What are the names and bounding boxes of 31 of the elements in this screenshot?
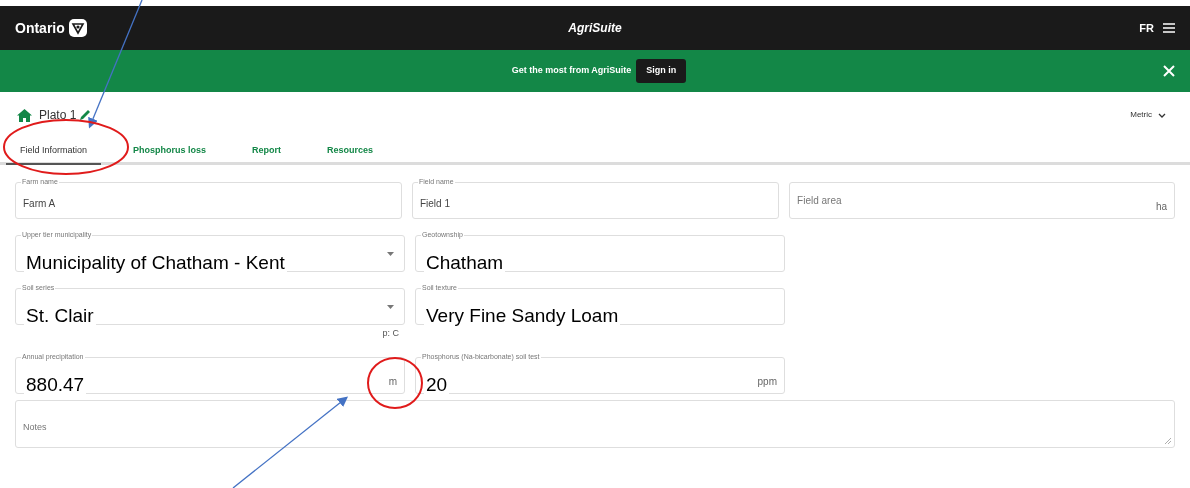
tab[interactable]: Resources [313, 139, 388, 165]
unit-label: m [388, 374, 397, 389]
notes-placeholder: Notes [23, 421, 47, 432]
tab[interactable]: Report [238, 139, 296, 165]
helper-text: p: C [382, 327, 399, 340]
chevron-down-icon [1158, 112, 1166, 118]
field-title: Plato 1 [39, 107, 77, 124]
pencil-icon[interactable] [79, 109, 92, 121]
unit-label: ppm [757, 374, 777, 389]
brand-name: Ontario [15, 18, 65, 38]
app-title: AgriSuite [568, 20, 622, 37]
field-value: Field 1 [419, 196, 450, 211]
notes-field[interactable]: Notes [15, 399, 1175, 448]
dropdown-caret-icon[interactable] [387, 251, 394, 256]
language-toggle[interactable]: FR [1139, 19, 1154, 37]
input-field[interactable]: Field area ha [789, 182, 1175, 219]
unit-label: ha [1155, 200, 1167, 214]
tab[interactable]: Phosphorus loss [119, 139, 221, 165]
menu-icon[interactable] [1163, 23, 1175, 33]
field-placeholder: Field area [797, 194, 842, 208]
close-icon[interactable] [1163, 65, 1175, 77]
dropdown-caret-icon[interactable] [387, 304, 394, 309]
home-icon[interactable] [17, 108, 32, 122]
tab[interactable]: Field Information [6, 139, 102, 165]
annotation-circle [367, 357, 423, 409]
field-value: Farm A [23, 196, 56, 211]
trillium-logo-icon [68, 19, 87, 37]
units-dropdown[interactable]: Metric [1130, 109, 1166, 121]
resize-handle-icon[interactable] [1165, 437, 1171, 444]
sign-in-button[interactable]: Sign in [636, 59, 687, 83]
banner-message: Get the most from AgriSuite [511, 64, 632, 78]
